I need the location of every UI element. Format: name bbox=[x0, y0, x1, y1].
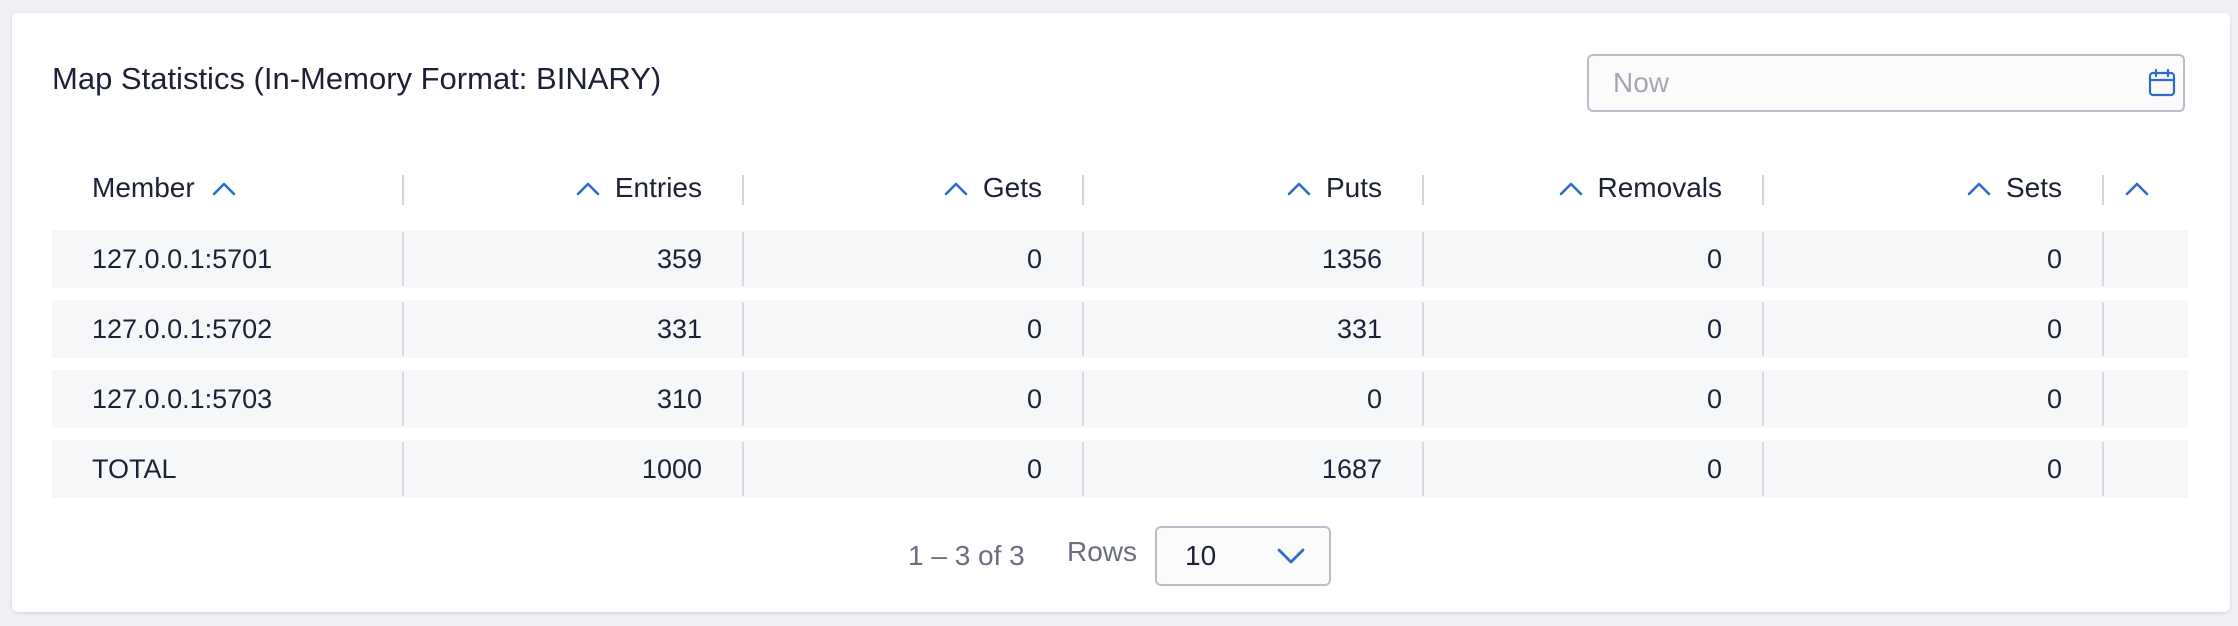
chevron-up-icon[interactable] bbox=[943, 179, 969, 197]
column-divider bbox=[2102, 232, 2104, 286]
column-header-label: Puts bbox=[1325, 172, 1382, 203]
column-header-member[interactable]: Member bbox=[52, 152, 392, 224]
chevron-up-icon[interactable] bbox=[575, 179, 601, 197]
column-header-label: Entries bbox=[614, 172, 702, 203]
puts-cell: 1687 bbox=[1321, 453, 1382, 484]
sets-cell: 0 bbox=[2046, 313, 2062, 344]
column-header-truncated[interactable] bbox=[2104, 152, 2188, 224]
removals-cell: 0 bbox=[1706, 243, 1722, 274]
chevron-up-icon[interactable] bbox=[211, 179, 237, 197]
gets-cell: 0 bbox=[1026, 453, 1042, 484]
entries-cell: 310 bbox=[656, 383, 702, 414]
sets-cell: 0 bbox=[2046, 383, 2062, 414]
member-cell: 127.0.0.1:5702 bbox=[92, 313, 273, 344]
chevron-up-icon[interactable] bbox=[2124, 179, 2150, 197]
puts-cell: 0 bbox=[1366, 383, 1382, 414]
member-cell: TOTAL bbox=[92, 453, 177, 484]
date-input[interactable] bbox=[1589, 56, 2129, 110]
pagination: 1 – 3 of 3 Rows 10 bbox=[12, 526, 2230, 586]
column-header-gets[interactable]: Gets bbox=[744, 152, 1082, 224]
member-cell: 127.0.0.1:5703 bbox=[92, 383, 273, 414]
chevron-up-icon[interactable] bbox=[1286, 179, 1312, 197]
column-header-entries[interactable]: Entries bbox=[404, 152, 742, 224]
entries-cell: 359 bbox=[656, 243, 702, 274]
gets-cell: 0 bbox=[1026, 243, 1042, 274]
rows-per-page-value: 10 bbox=[1185, 540, 1217, 571]
sets-cell: 0 bbox=[2046, 243, 2062, 274]
table-header: Member Entries Gets Puts Removals Sets bbox=[52, 152, 2188, 224]
table-row: 127.0.0.1:5702 331 0 331 0 0 bbox=[52, 300, 2188, 358]
removals-cell: 0 bbox=[1706, 453, 1722, 484]
entries-cell: 1000 bbox=[641, 453, 702, 484]
column-header-label: Sets bbox=[2005, 172, 2062, 203]
column-header-sets[interactable]: Sets bbox=[1764, 152, 2102, 224]
chevron-up-icon[interactable] bbox=[1558, 179, 1584, 197]
column-header-label: Removals bbox=[1597, 172, 1722, 203]
gets-cell: 0 bbox=[1026, 383, 1042, 414]
column-divider bbox=[2102, 442, 2104, 496]
rows-per-page-select[interactable]: 10 bbox=[1155, 526, 1331, 586]
pagination-range: 1 – 3 of 3 bbox=[908, 540, 1025, 571]
table-row-total: TOTAL 1000 0 1687 0 0 bbox=[52, 440, 2188, 498]
date-picker[interactable] bbox=[1587, 54, 2185, 112]
entries-cell: 331 bbox=[656, 313, 702, 344]
puts-cell: 331 bbox=[1336, 313, 1382, 344]
chevron-down-icon[interactable] bbox=[1275, 546, 1307, 566]
column-header-removals[interactable]: Removals bbox=[1424, 152, 1762, 224]
chevron-up-icon[interactable] bbox=[1966, 179, 1992, 197]
removals-cell: 0 bbox=[1706, 313, 1722, 344]
column-header-label: Member bbox=[92, 172, 195, 203]
map-statistics-card: Map Statistics (In-Memory Format: BINARY… bbox=[12, 13, 2230, 612]
removals-cell: 0 bbox=[1706, 383, 1722, 414]
table-row: 127.0.0.1:5701 359 0 1356 0 0 bbox=[52, 230, 2188, 288]
member-cell: 127.0.0.1:5701 bbox=[92, 243, 273, 274]
column-divider bbox=[2102, 372, 2104, 426]
calendar-icon[interactable] bbox=[2147, 68, 2177, 98]
rows-per-page-label: Rows bbox=[1067, 536, 1138, 567]
page-title: Map Statistics (In-Memory Format: BINARY… bbox=[52, 61, 662, 96]
column-header-label: Gets bbox=[982, 172, 1042, 203]
column-divider bbox=[2102, 302, 2104, 356]
puts-cell: 1356 bbox=[1321, 243, 1382, 274]
sets-cell: 0 bbox=[2046, 453, 2062, 484]
gets-cell: 0 bbox=[1026, 313, 1042, 344]
table-row: 127.0.0.1:5703 310 0 0 0 0 bbox=[52, 370, 2188, 428]
column-header-puts[interactable]: Puts bbox=[1084, 152, 1422, 224]
